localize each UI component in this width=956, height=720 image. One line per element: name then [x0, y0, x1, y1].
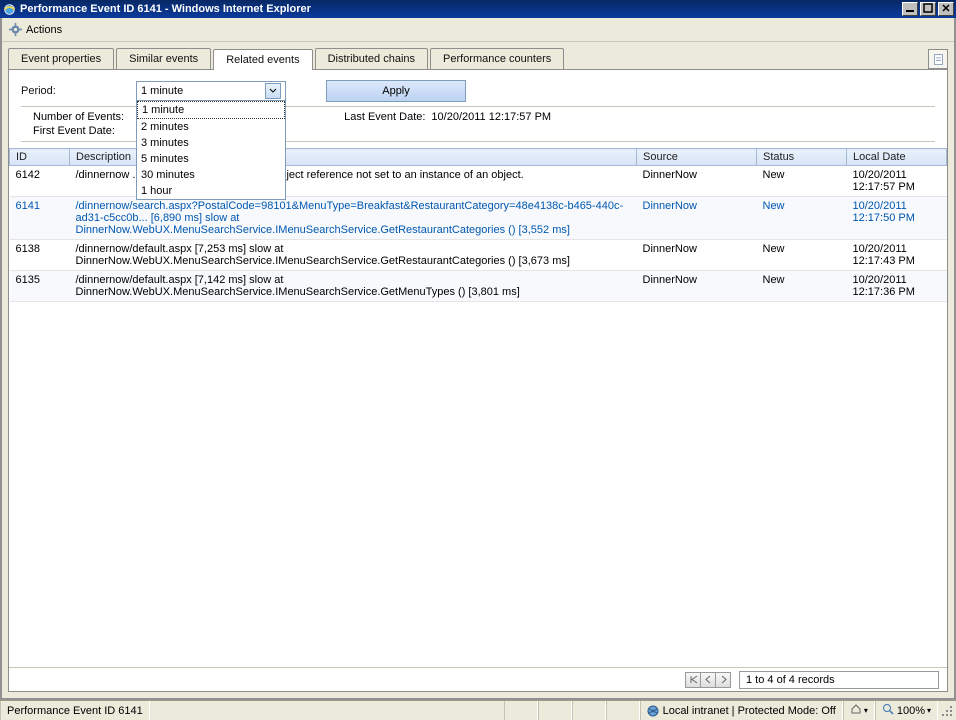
table-row[interactable]: 6138 /dinnernow/default.aspx [7,253 ms] …	[10, 240, 947, 271]
tabs-row: Event properties Similar events Related …	[2, 42, 954, 69]
col-status[interactable]: Status	[757, 149, 847, 166]
window-controls	[900, 2, 954, 16]
zoom-value: 100%	[897, 705, 925, 717]
home-icon	[850, 703, 862, 718]
window-titlebar: Performance Event ID 6141 - Windows Inte…	[0, 0, 956, 18]
help-icon[interactable]	[928, 49, 948, 69]
minimize-button[interactable]	[902, 2, 918, 16]
cell-id: 6141	[10, 197, 70, 240]
status-panel-home[interactable]: ▾	[843, 701, 875, 720]
cell-source: DinnerNow	[637, 166, 757, 197]
period-option[interactable]: 3 minutes	[137, 135, 285, 151]
cell-source: DinnerNow	[637, 197, 757, 240]
cell-source: DinnerNow	[637, 271, 757, 302]
col-local-date[interactable]: Local Date	[847, 149, 947, 166]
tab-event-properties[interactable]: Event properties	[8, 48, 114, 69]
period-option[interactable]: 5 minutes	[137, 151, 285, 167]
last-event-label: Last Event Date:	[344, 111, 425, 123]
chevron-down-icon: ▾	[864, 706, 868, 715]
period-dropdown-list[interactable]: 1 minute 2 minutes 3 minutes 5 minutes 3…	[136, 100, 286, 200]
cell-status: New	[757, 166, 847, 197]
actions-bar: Actions	[2, 18, 954, 42]
globe-icon	[647, 705, 659, 717]
first-page-button[interactable]	[685, 672, 701, 688]
window-title: Performance Event ID 6141 - Windows Inte…	[20, 3, 900, 15]
chevron-down-icon: ▾	[927, 706, 931, 715]
table-row[interactable]: 6135 /dinnernow/default.aspx [7,142 ms] …	[10, 271, 947, 302]
zoom-control[interactable]: 100% ▾	[875, 701, 938, 720]
status-panel	[606, 701, 640, 720]
cell-description: /dinnernow/search.aspx?PostalCode=98101&…	[70, 197, 637, 240]
col-id[interactable]: ID	[10, 149, 70, 166]
cell-date: 10/20/2011 12:17:43 PM	[847, 240, 947, 271]
tab-panel: Period: 1 minute Apply 1 minute 2 minute…	[8, 69, 948, 692]
zone-text: Local intranet | Protected Mode: Off	[663, 705, 836, 717]
cell-status: New	[757, 197, 847, 240]
cell-source: DinnerNow	[637, 240, 757, 271]
col-source[interactable]: Source	[637, 149, 757, 166]
cell-description: /dinnernow/default.aspx [7,253 ms] slow …	[70, 240, 637, 271]
cell-description: /dinnernow/default.aspx [7,142 ms] slow …	[70, 271, 637, 302]
zoom-icon	[882, 703, 894, 718]
cell-date: 10/20/2011 12:17:36 PM	[847, 271, 947, 302]
cell-date: 10/20/2011 12:17:50 PM	[847, 197, 947, 240]
client-area: Actions Event properties Similar events …	[0, 18, 956, 700]
cell-status: New	[757, 240, 847, 271]
next-page-button[interactable]	[715, 672, 731, 688]
tab-related-events[interactable]: Related events	[213, 49, 312, 70]
cell-id: 6135	[10, 271, 70, 302]
ie-icon	[2, 2, 16, 16]
tab-distributed-chains[interactable]: Distributed chains	[315, 48, 428, 69]
status-panel	[504, 701, 538, 720]
actions-menu[interactable]: Actions	[26, 24, 62, 36]
filter-area: Period: 1 minute Apply 1 minute 2 minute…	[9, 70, 947, 148]
period-option[interactable]: 1 minute	[137, 101, 285, 119]
maximize-button[interactable]	[920, 2, 936, 16]
cell-date: 10/20/2011 12:17:57 PM	[847, 166, 947, 197]
cell-id: 6138	[10, 240, 70, 271]
tab-similar-events[interactable]: Similar events	[116, 48, 211, 69]
period-combobox[interactable]: 1 minute	[136, 81, 286, 101]
status-panel	[572, 701, 606, 720]
records-count: 1 to 4 of 4 records	[739, 671, 939, 689]
close-button[interactable]	[938, 2, 954, 16]
period-label: Period:	[21, 85, 116, 97]
status-panel	[538, 701, 572, 720]
period-value: 1 minute	[141, 85, 265, 97]
security-zone[interactable]: Local intranet | Protected Mode: Off	[640, 701, 843, 720]
events-grid: ID Description Source Status Local Date …	[9, 148, 947, 667]
period-option[interactable]: 1 hour	[137, 183, 285, 199]
pager: 1 to 4 of 4 records	[9, 667, 947, 691]
apply-button[interactable]: Apply	[326, 80, 466, 102]
period-option[interactable]: 30 minutes	[137, 167, 285, 183]
first-event-label: First Event Date:	[33, 125, 124, 137]
tab-performance-counters[interactable]: Performance counters	[430, 48, 564, 69]
status-page-title: Performance Event ID 6141	[0, 701, 150, 720]
num-events-label: Number of Events:	[33, 111, 124, 123]
resize-grip[interactable]	[938, 704, 956, 718]
prev-page-button[interactable]	[700, 672, 716, 688]
gear-icon	[8, 23, 22, 37]
last-event-value: 10/20/2011 12:17:57 PM	[431, 111, 551, 123]
cell-id: 6142	[10, 166, 70, 197]
statusbar: Performance Event ID 6141 Local intranet…	[0, 700, 956, 720]
cell-status: New	[757, 271, 847, 302]
table-row[interactable]: 6141 /dinnernow/search.aspx?PostalCode=9…	[10, 197, 947, 240]
chevron-down-icon	[265, 83, 281, 99]
period-option[interactable]: 2 minutes	[137, 119, 285, 135]
